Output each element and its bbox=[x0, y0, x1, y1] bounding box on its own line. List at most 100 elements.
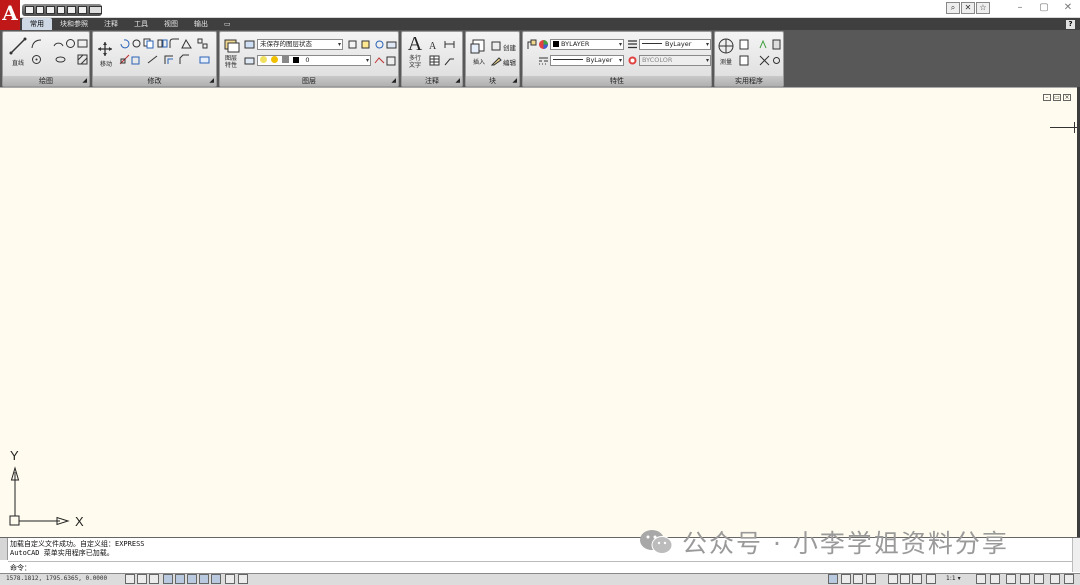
single-text-icon[interactable]: A bbox=[429, 39, 440, 50]
ellipse-icon[interactable] bbox=[55, 54, 66, 65]
trim-icon[interactable] bbox=[131, 38, 142, 49]
tab-view[interactable]: 视图 bbox=[156, 18, 186, 30]
annotation-scale[interactable]: 1:1 ▾ bbox=[946, 575, 961, 582]
select-similar-icon[interactable] bbox=[759, 39, 770, 50]
multiline-text-icon[interactable]: A bbox=[406, 34, 424, 54]
layer-isolate-icon[interactable] bbox=[348, 39, 359, 50]
id-point-icon[interactable] bbox=[739, 55, 750, 66]
circle-center-icon[interactable] bbox=[31, 54, 42, 65]
insert-block-icon[interactable] bbox=[470, 39, 486, 55]
tab-output[interactable]: 输出 bbox=[186, 18, 216, 30]
scale-icon[interactable] bbox=[131, 54, 142, 65]
dimension-icon[interactable] bbox=[444, 39, 455, 50]
arc-icon[interactable] bbox=[53, 38, 64, 49]
drawing-canvas[interactable] bbox=[0, 87, 1077, 537]
layer-off-icon[interactable] bbox=[360, 39, 371, 50]
tab-annotate[interactable]: 注释 bbox=[96, 18, 126, 30]
auto-scale-button[interactable] bbox=[990, 574, 1000, 584]
quick-properties-toggle[interactable] bbox=[238, 574, 248, 584]
lineweight-icon[interactable] bbox=[627, 39, 638, 50]
drawing-minimize-button[interactable]: – bbox=[1043, 94, 1051, 101]
line-tool-icon[interactable] bbox=[9, 37, 27, 55]
panel-utilities-title[interactable]: 实用程序 bbox=[715, 76, 783, 86]
redo-icon[interactable] bbox=[78, 6, 87, 14]
mirror-icon[interactable] bbox=[157, 38, 168, 49]
annotation-visibility-button[interactable] bbox=[976, 574, 986, 584]
layer-merge-icon[interactable] bbox=[386, 55, 397, 66]
communication-center-icon[interactable]: ✕ bbox=[961, 2, 975, 14]
move-tool-icon[interactable] bbox=[97, 41, 113, 57]
layer-properties-icon[interactable] bbox=[224, 37, 240, 53]
new-file-icon[interactable] bbox=[25, 6, 34, 14]
open-file-icon[interactable] bbox=[35, 6, 45, 14]
extend-icon[interactable] bbox=[147, 54, 158, 65]
coordinate-readout[interactable]: 1578.1812, 1795.6365, 0.0000 bbox=[6, 575, 107, 582]
layer-previous-icon[interactable] bbox=[244, 55, 255, 66]
plot-style-icon[interactable] bbox=[627, 55, 638, 66]
dyn-toggle[interactable] bbox=[211, 574, 221, 584]
layer-state-dropdown[interactable]: 未保存的图层状态 ▾ bbox=[257, 39, 343, 50]
save-icon[interactable] bbox=[46, 6, 55, 14]
edit-block-label[interactable]: 编辑 bbox=[503, 57, 516, 67]
undo-icon[interactable] bbox=[67, 6, 77, 14]
model-space-button[interactable] bbox=[828, 574, 838, 584]
panel-draw-title[interactable]: 绘图 ◢ bbox=[3, 76, 89, 86]
tab-blocks-references[interactable]: 块和参照 bbox=[52, 18, 96, 30]
ribbon-minimize-toggle[interactable]: ▭ bbox=[216, 18, 239, 30]
erase-icon[interactable] bbox=[199, 54, 210, 65]
rectangle-icon[interactable] bbox=[77, 38, 88, 49]
favorites-icon[interactable]: ☆ bbox=[976, 2, 990, 14]
match-properties-icon[interactable] bbox=[526, 39, 537, 50]
close-button[interactable]: ✕ bbox=[1056, 0, 1080, 18]
copy-icon[interactable] bbox=[143, 38, 154, 49]
command-input[interactable]: 命令： bbox=[8, 561, 1072, 572]
application-menu-button[interactable]: A bbox=[0, 0, 20, 30]
ducs-toggle[interactable] bbox=[199, 574, 209, 584]
leader-icon[interactable] bbox=[444, 55, 455, 66]
lock-ui-button[interactable] bbox=[1020, 574, 1030, 584]
customize-qat-icon[interactable] bbox=[88, 6, 102, 14]
stretch-icon[interactable] bbox=[119, 54, 130, 65]
workspace-switch-button[interactable] bbox=[1006, 574, 1016, 584]
table-icon[interactable] bbox=[429, 55, 440, 66]
ortho-toggle[interactable] bbox=[149, 574, 159, 584]
command-scrollbar[interactable] bbox=[1072, 538, 1080, 572]
polyline-icon[interactable] bbox=[31, 38, 42, 49]
linetype-icon[interactable] bbox=[538, 55, 549, 66]
circle-icon[interactable] bbox=[65, 38, 76, 49]
point-style-icon[interactable] bbox=[771, 55, 782, 66]
otrack-toggle[interactable] bbox=[187, 574, 197, 584]
grid-toggle[interactable] bbox=[137, 574, 147, 584]
snap-toggle[interactable] bbox=[125, 574, 135, 584]
chamfer-icon[interactable] bbox=[179, 54, 190, 65]
linetype-dropdown[interactable]: ByLayer ▾ bbox=[550, 55, 624, 66]
minimize-button[interactable]: – bbox=[1008, 0, 1032, 18]
showmotion-button[interactable] bbox=[926, 574, 936, 584]
hatch-icon[interactable] bbox=[77, 54, 88, 65]
quick-select-icon[interactable] bbox=[739, 39, 750, 50]
status-menu-button[interactable] bbox=[1050, 574, 1060, 584]
panel-properties-title[interactable]: 特性 bbox=[523, 76, 711, 86]
explode-icon[interactable] bbox=[181, 38, 192, 49]
drawing-close-button[interactable]: × bbox=[1063, 94, 1071, 101]
command-window-grip[interactable] bbox=[0, 538, 8, 560]
layer-walk-icon[interactable] bbox=[374, 55, 385, 66]
panel-annotation-title[interactable]: 注释 ◢ bbox=[402, 76, 462, 86]
create-block-icon[interactable] bbox=[491, 40, 502, 51]
help-button[interactable]: ? bbox=[1066, 20, 1075, 29]
plot-icon[interactable] bbox=[56, 6, 66, 14]
measure-icon[interactable] bbox=[717, 37, 735, 55]
zoom-button[interactable] bbox=[900, 574, 910, 584]
layer-unisolate-icon[interactable] bbox=[386, 39, 397, 50]
tab-tools[interactable]: 工具 bbox=[126, 18, 156, 30]
pan-button[interactable] bbox=[888, 574, 898, 584]
steering-wheel-button[interactable] bbox=[912, 574, 922, 584]
lineweight-dropdown[interactable]: ByLayer ▾ bbox=[639, 39, 711, 50]
calculator-icon[interactable] bbox=[771, 39, 782, 50]
panel-block-title[interactable]: 块 ◢ bbox=[466, 76, 519, 86]
layer-dropdown[interactable]: 0 ▾ bbox=[257, 55, 371, 66]
create-block-label[interactable]: 创建 bbox=[503, 42, 516, 52]
isolate-objects-button[interactable] bbox=[1034, 574, 1044, 584]
drawing-restore-button[interactable]: ▭ bbox=[1053, 94, 1061, 101]
quick-view-button[interactable] bbox=[866, 574, 876, 584]
